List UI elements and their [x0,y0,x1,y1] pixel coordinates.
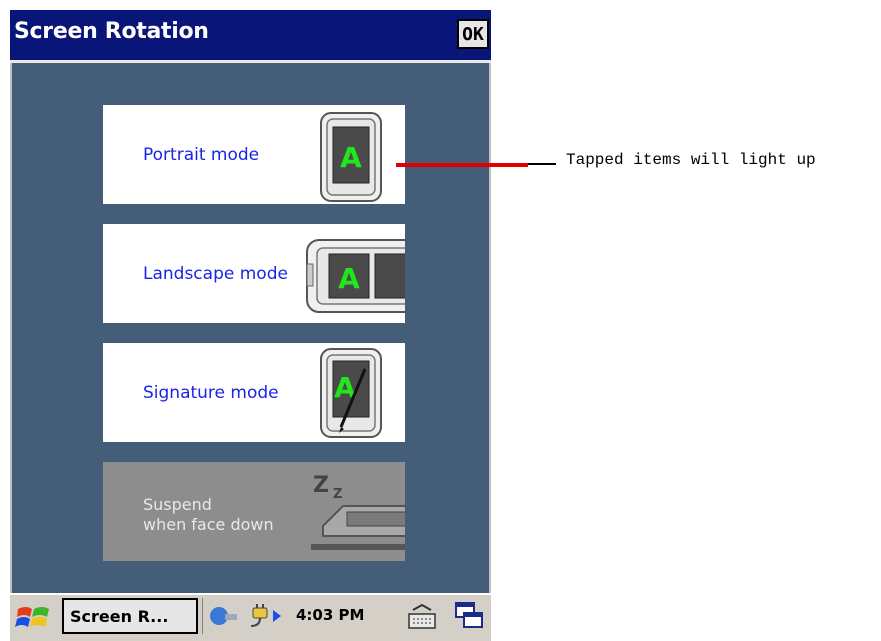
svg-text:Z: Z [333,487,342,502]
device-window: Screen Rotation OK Portrait mode A Lands… [10,10,491,641]
ok-button[interactable]: OK [457,19,489,49]
suspend-label: Suspend when face down [143,495,274,535]
portrait-mode-label: Portrait mode [143,145,260,165]
keyboard-icon[interactable] [407,602,437,632]
content-area: Portrait mode A Landscape mode A Signatu [10,63,491,593]
suspend-line-2: when face down [143,515,274,534]
landscape-mode-label: Landscape mode [143,264,288,284]
portrait-device-icon: A [320,112,382,202]
taskbar-screen-rotation-button[interactable]: Screen R... [62,598,198,634]
title-bar: Screen Rotation OK [10,10,491,63]
window-title: Screen Rotation [14,19,209,44]
signature-device-icon: A [320,348,382,438]
landscape-device-icon: A [306,239,405,313]
callout-text: Tapped items will light up [566,151,816,169]
signature-mode-button[interactable]: Signature mode A [103,343,405,442]
landscape-mode-button[interactable]: Landscape mode A [103,224,405,323]
network-icon[interactable] [209,604,239,628]
clock[interactable]: 4:03 PM [296,606,364,624]
signature-mode-label: Signature mode [143,383,279,403]
windows-start-icon[interactable] [14,599,54,635]
sleeping-device-icon: Z Z [311,473,405,550]
switch-windows-icon[interactable] [454,601,484,631]
svg-text:Z: Z [313,473,329,498]
portrait-mode-button[interactable]: Portrait mode A [103,105,405,204]
system-tray: 4:03 PM [202,598,436,634]
svg-text:A: A [338,262,360,295]
callout-red-line [396,163,528,167]
suspend-line-1: Suspend [143,495,212,514]
svg-text:A: A [340,141,362,174]
callout-black-line [528,163,556,165]
power-plug-icon[interactable] [247,602,287,630]
suspend-face-down-button[interactable]: Suspend when face down Z Z [103,462,405,561]
taskbar: Screen R... 4:03 PM [10,593,491,641]
